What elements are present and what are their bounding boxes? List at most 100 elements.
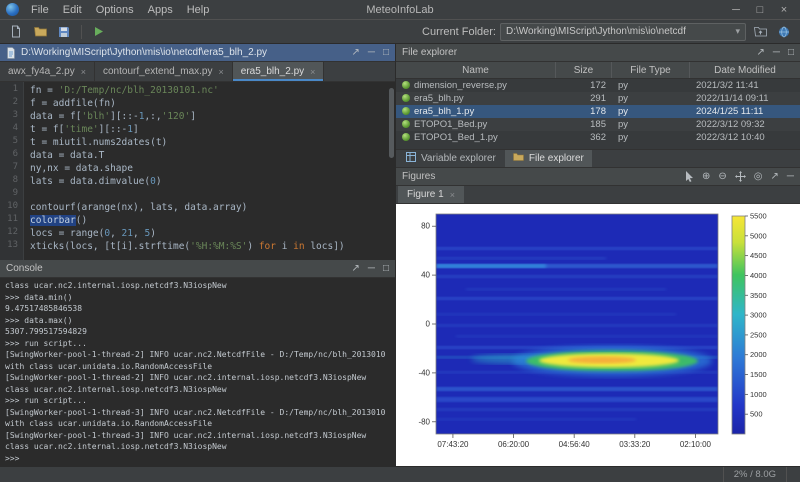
code-editor[interactable]: 12345678910111213 fn = 'D:/Temp/nc/blh_2…: [0, 82, 395, 260]
editor-tab-era5-blh-2-py[interactable]: era5_blh_2.py ×: [233, 62, 325, 81]
close-button[interactable]: ×: [772, 0, 796, 20]
parent-folder-icon[interactable]: [750, 23, 770, 41]
zoom-out-icon[interactable]: ⊖: [718, 171, 726, 182]
code-segment: ][::-: [99, 124, 128, 135]
main-area: D:\Working\MIScript\Jython\mis\io\netcdf…: [0, 44, 800, 466]
maximize-panel-icon[interactable]: □: [383, 47, 389, 58]
code-text[interactable]: fn = 'D:/Temp/nc/blh_20130101.nc'f = add…: [24, 82, 395, 260]
code-segment: xticks(locs, [t[i].strftime(: [30, 241, 190, 252]
code-segment: data = f[: [30, 111, 81, 122]
file-row-era5-blh-py[interactable]: era5_blh.py291py2022/11/14 09:11: [396, 92, 800, 105]
line-number: 2: [0, 97, 23, 110]
figure-tab[interactable]: Figure 1 ×: [398, 186, 464, 203]
minimize-button[interactable]: ─: [724, 0, 748, 20]
run-script-icon[interactable]: [89, 23, 109, 41]
toolbar-separator: [81, 25, 82, 39]
column-header-date-modified[interactable]: Date Modified: [690, 62, 800, 78]
tab-close-icon[interactable]: ×: [310, 67, 315, 77]
zoom-in-icon[interactable]: ⊕: [702, 171, 710, 182]
editor-file-path: D:\Working\MIScript\Jython\mis\io\netcdf…: [21, 47, 267, 58]
file-table-header: NameSizeFile TypeDate Modified: [396, 62, 800, 79]
file-name-cell: ETOPO1_Bed.py: [396, 118, 556, 131]
console-line: class ucar.nc2.internal.iosp.netcdf3.N3i…: [5, 280, 390, 292]
axis-tick-label: 2000: [750, 350, 767, 359]
file-row-era5-blh-1-py[interactable]: era5_blh_1.py178py2024/1/25 11:11: [396, 105, 800, 118]
dock-tab-variable-explorer[interactable]: Variable explorer: [398, 150, 504, 167]
resize-grip[interactable]: [786, 467, 800, 482]
maximize-button[interactable]: □: [748, 0, 772, 20]
chevron-down-icon[interactable]: ▾: [735, 26, 740, 37]
console-output[interactable]: class ucar.nc2.internal.iosp.netcdf3.N3i…: [0, 278, 395, 466]
float-panel-icon[interactable]: ↗: [771, 171, 779, 182]
dock-tab-file-explorer[interactable]: File explorer: [505, 150, 592, 167]
memory-indicator[interactable]: 2% / 8.0G: [723, 467, 786, 482]
code-line: data = data.T: [30, 149, 395, 162]
line-number: 4: [0, 123, 23, 136]
scrollbar-thumb[interactable]: [389, 88, 394, 158]
pan-icon[interactable]: [735, 171, 746, 182]
line-number: 13: [0, 240, 23, 253]
axis-tick-label: -80: [418, 417, 430, 426]
file-name: ETOPO1_Bed.py: [414, 119, 487, 130]
maximize-panel-icon[interactable]: □: [383, 263, 389, 274]
figures-panel-header: Figures ⊕ ⊖ ◎ ↗ ─: [396, 168, 800, 186]
full-extent-icon[interactable]: ◎: [754, 171, 763, 182]
code-line: fn = 'D:/Temp/nc/blh_20130101.nc': [30, 84, 395, 97]
select-arrow-icon[interactable]: [685, 171, 694, 182]
code-segment: locs = range(: [30, 228, 104, 239]
code-segment: in: [293, 241, 304, 252]
open-file-icon[interactable]: [30, 23, 50, 41]
menu-help[interactable]: Help: [180, 0, 217, 20]
editor-scrollbar[interactable]: [388, 82, 395, 260]
file-row-etopo1-bed-py[interactable]: ETOPO1_Bed.py185py2022/3/12 09:32: [396, 118, 800, 131]
axis-tick-label: 1500: [750, 370, 767, 379]
figure-tab-label: Figure 1: [407, 189, 444, 200]
line-number: 8: [0, 175, 23, 188]
column-header-size[interactable]: Size: [556, 62, 612, 78]
tab-label: contourf_extend_max.py: [103, 66, 213, 77]
minimize-panel-icon[interactable]: ─: [368, 263, 375, 274]
code-segment: '%H:%M:%S': [190, 241, 247, 252]
minimize-panel-icon[interactable]: ─: [787, 171, 794, 182]
minimize-panel-icon[interactable]: ─: [368, 47, 375, 58]
tab-close-icon[interactable]: ×: [81, 67, 86, 77]
explorer-figures-column: File explorer ↗ ─ □ NameSizeFile TypeDat…: [396, 44, 800, 466]
file-size-cell: 178: [556, 105, 612, 118]
editor-tab-awx-fy4a-2-py[interactable]: awx_fy4a_2.py×: [0, 62, 95, 81]
tab-close-icon[interactable]: ×: [450, 190, 455, 200]
file-name-cell: era5_blh_1.py: [396, 105, 556, 118]
float-panel-icon[interactable]: ↗: [351, 263, 359, 274]
code-segment: ny,nx = data.shape: [30, 163, 133, 174]
tab-label: era5_blh_2.py: [241, 66, 304, 77]
current-folder-combo[interactable]: D:\Working\MIScript\Jython\mis\io\netcdf…: [500, 23, 746, 41]
code-segment: for: [259, 241, 276, 252]
minimize-panel-icon[interactable]: ─: [773, 47, 780, 58]
menu-edit[interactable]: Edit: [56, 0, 89, 20]
float-panel-icon[interactable]: ↗: [756, 47, 764, 58]
file-row-dimension-reverse-py[interactable]: dimension_reverse.py172py2021/3/2 11:41: [396, 79, 800, 92]
code-segment: 21: [122, 228, 133, 239]
code-line: xticks(locs, [t[i].strftime('%H:%M:%S') …: [30, 240, 395, 253]
figure-canvas[interactable]: 80400-40-8007:43:2006:20:0004:56:4003:33…: [396, 204, 800, 466]
maximize-panel-icon[interactable]: □: [788, 47, 794, 58]
save-icon[interactable]: [54, 23, 74, 41]
float-panel-icon[interactable]: ↗: [351, 47, 359, 58]
file-modified-cell: 2021/3/2 11:41: [690, 79, 800, 92]
new-file-icon[interactable]: [6, 23, 26, 41]
axis-tick-label: 40: [421, 271, 430, 280]
menu-apps[interactable]: Apps: [141, 0, 180, 20]
tab-close-icon[interactable]: ×: [219, 67, 224, 77]
file-name: era5_blh.py: [414, 93, 464, 104]
column-header-file-type[interactable]: File Type: [612, 62, 690, 78]
column-header-name[interactable]: Name: [396, 62, 556, 78]
file-name-cell: era5_blh.py: [396, 92, 556, 105]
globe-icon[interactable]: [774, 23, 794, 41]
code-segment: ,: [110, 228, 121, 239]
menu-file[interactable]: File: [24, 0, 56, 20]
file-row-etopo1-bed-1-py[interactable]: ETOPO1_Bed_1.py362py2022/3/12 10:40: [396, 131, 800, 144]
menu-options[interactable]: Options: [89, 0, 141, 20]
axis-tick-label: 0: [426, 320, 431, 329]
file-name-cell: dimension_reverse.py: [396, 79, 556, 92]
editor-tab-contourf-extend-max-py[interactable]: contourf_extend_max.py ×: [95, 62, 233, 81]
file-name: ETOPO1_Bed_1.py: [414, 132, 498, 143]
